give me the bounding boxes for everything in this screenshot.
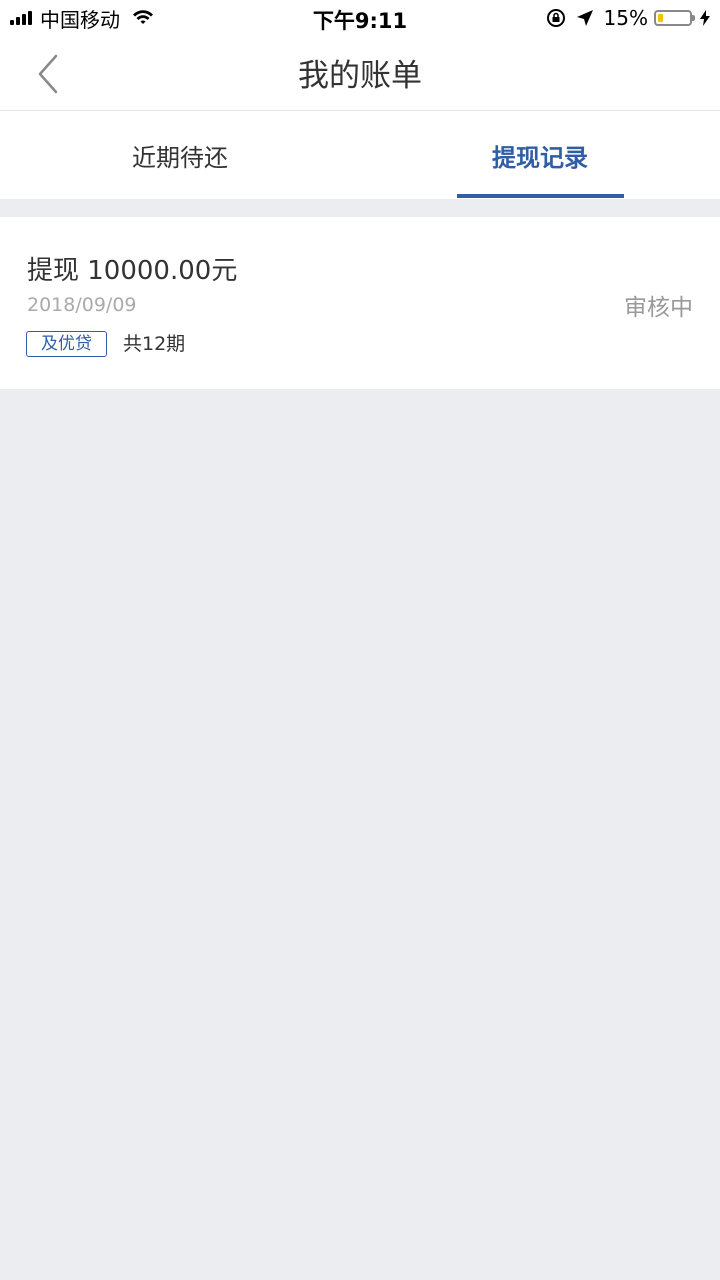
tab-bar: 近期待还 提现记录 bbox=[0, 111, 720, 199]
rotation-lock-icon bbox=[546, 8, 566, 28]
tab-recent-due[interactable]: 近期待还 bbox=[0, 111, 360, 199]
charging-bolt-icon bbox=[700, 10, 710, 26]
product-tag: 及优贷 bbox=[26, 331, 107, 357]
withdrawal-record-item[interactable]: 提现 10000.00元 2018/09/09 审核中 及优贷 共12期 bbox=[0, 217, 720, 389]
record-date: 2018/09/09 bbox=[27, 294, 137, 316]
page-title: 我的账单 bbox=[298, 58, 422, 94]
record-status: 审核中 bbox=[624, 295, 693, 321]
record-periods: 共12期 bbox=[123, 333, 186, 355]
chevron-left-icon bbox=[38, 54, 58, 94]
battery-level bbox=[658, 14, 663, 22]
status-bar: 中国移动 下午9:11 15% bbox=[0, 0, 720, 36]
battery-percent: 15% bbox=[603, 6, 648, 30]
status-right: 15% bbox=[546, 6, 710, 30]
tab-withdrawal-records[interactable]: 提现记录 bbox=[360, 111, 720, 199]
nav-bar: 我的账单 bbox=[0, 36, 720, 111]
battery-icon bbox=[654, 10, 695, 26]
back-button[interactable] bbox=[26, 50, 70, 98]
location-arrow-icon bbox=[576, 9, 594, 27]
active-tab-indicator bbox=[457, 194, 624, 198]
record-title: 提现 10000.00元 bbox=[27, 256, 238, 286]
